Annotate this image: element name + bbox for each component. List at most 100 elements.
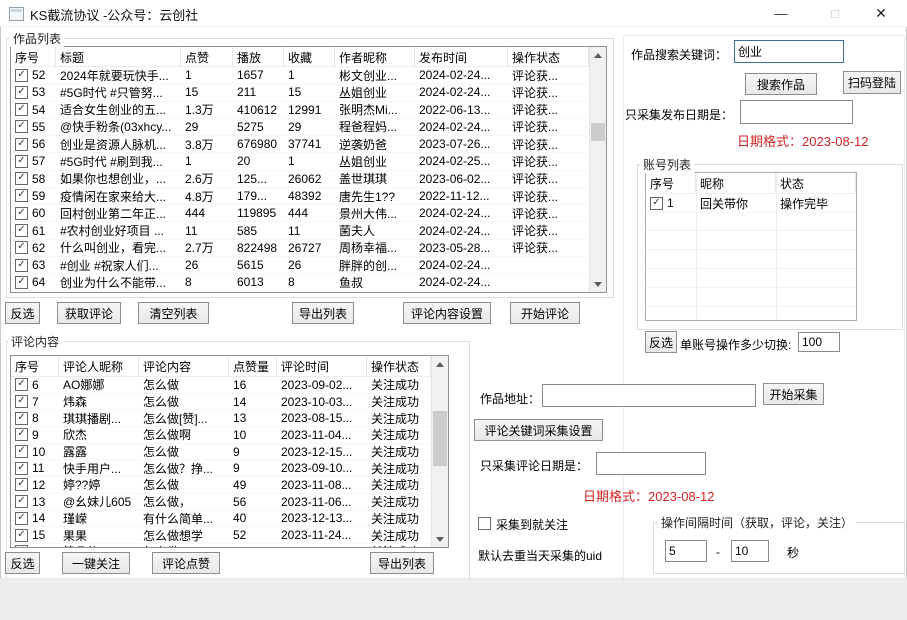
start-collect-button[interactable]: 开始采集 (763, 383, 824, 405)
table-row[interactable]: ✓11快手用户...怎么做？挣...92023-09-10...关注成功 (11, 460, 448, 477)
row-checkbox[interactable]: ✓ (15, 241, 28, 254)
column-header[interactable]: 作者昵称 (335, 47, 415, 66)
table-row[interactable]: ✓10露露怎么做92023-12-15...关注成功 (11, 444, 448, 461)
row-checkbox[interactable]: ✓ (15, 529, 28, 542)
table-row[interactable]: ✓64创业为什么不能带...860138鱼叔2024-02-24... (11, 274, 606, 291)
close-icon[interactable]: ✕ (862, 0, 900, 26)
table-row[interactable]: ✓62什么叫创业，看完...2.7万82249826727周杨幸福...2023… (11, 240, 606, 257)
search-works-button[interactable]: 搜索作品 (745, 73, 817, 95)
table-row[interactable]: ✓57#5G时代 #刷到我...1201丛姐创业2024-02-25...评论获… (11, 153, 606, 170)
table-row[interactable]: ✓16第凡信怎么做942024-01-07...关注成功 (11, 544, 448, 548)
column-header[interactable]: 标题 (56, 47, 181, 66)
table-row[interactable]: ✓61#农村创业好项目 ...1158511菌夫人2024-02-24...评论… (11, 222, 606, 239)
table-row[interactable]: ✓59疫情闲在家来给大...4.8万179...48392唐先生1??2022-… (11, 188, 606, 205)
row-checkbox[interactable]: ✓ (15, 259, 28, 272)
table-row[interactable]: ✓14瑾嵘有什么简单...402023-12-13...关注成功 (11, 511, 448, 528)
table-row[interactable]: ✓15果果怎么做想学522023-11-24...关注成功 (11, 527, 448, 544)
column-header[interactable]: 操作状态 (508, 47, 589, 66)
column-header[interactable]: 状态 (776, 173, 856, 193)
publish-date-input[interactable] (740, 100, 853, 124)
column-header[interactable]: 序号 (11, 47, 56, 66)
table-row[interactable]: ✓65怎样从零开始创业...2.1万67474020621网易财经2022-12… (11, 291, 606, 293)
table-row[interactable]: ✓7炜森怎么做142023-10-03...关注成功 (11, 394, 448, 411)
minimize-icon[interactable]: — (762, 0, 800, 26)
scroll-down-icon[interactable] (590, 276, 606, 292)
column-header[interactable]: 操作状态 (367, 356, 431, 376)
maximize-icon[interactable]: □ (816, 0, 854, 26)
scrollbar-thumb[interactable] (433, 411, 447, 466)
row-checkbox[interactable]: ✓ (15, 445, 28, 458)
row-checkbox[interactable]: ✓ (15, 478, 28, 491)
works-scrollbar[interactable] (589, 47, 606, 292)
follow-on-collect-checkbox[interactable] (478, 517, 491, 530)
table-row[interactable]: ✓13@幺妹儿605怎么做，562023-11-06...关注成功 (11, 494, 448, 511)
row-checkbox[interactable]: ✓ (15, 120, 28, 133)
column-header[interactable]: 发布时间 (415, 47, 508, 66)
row-checkbox[interactable]: ✓ (15, 69, 28, 82)
row-checkbox[interactable]: ✓ (15, 512, 28, 525)
scrollbar-thumb[interactable] (591, 123, 605, 141)
start-comment-button[interactable]: 开始评论 (510, 302, 580, 324)
table-row[interactable]: ✓1回关带你操作完毕 (646, 194, 856, 213)
row-checkbox[interactable]: ✓ (15, 172, 28, 185)
account-switch-count-input[interactable] (798, 332, 840, 352)
table-row[interactable]: ✓55@快手粉条(03xhcy...29527529程爸程妈...2024-02… (11, 119, 606, 136)
column-header[interactable]: 评论人昵称 (59, 356, 139, 376)
table-row[interactable]: ✓56创业是资源人脉机...3.8万67698037741逆袭奶爸2023-07… (11, 136, 606, 153)
scroll-down-icon[interactable] (432, 531, 448, 547)
accounts-invert-selection-button[interactable]: 反选 (645, 331, 677, 353)
row-checkbox[interactable]: ✓ (15, 155, 28, 168)
comments-export-list-button[interactable]: 导出列表 (370, 552, 434, 574)
works-invert-selection-button[interactable]: 反选 (5, 302, 40, 324)
column-header[interactable]: 收藏 (284, 47, 335, 66)
comment-date-input[interactable] (596, 452, 706, 475)
comment-content-settings-button[interactable]: 评论内容设置 (403, 302, 491, 324)
column-header[interactable]: 评论内容 (139, 356, 229, 376)
row-checkbox[interactable]: ✓ (15, 207, 28, 220)
row-checkbox[interactable]: ✓ (15, 428, 28, 441)
works-export-list-button[interactable]: 导出列表 (292, 302, 354, 324)
table-row[interactable]: ✓522024年就要玩快手...116571彬文创业...2024-02-24.… (11, 67, 606, 84)
comments-invert-selection-button[interactable]: 反选 (5, 552, 40, 574)
interval-max-input[interactable] (731, 540, 769, 562)
column-header[interactable]: 评论时间 (277, 356, 367, 376)
like-comments-button[interactable]: 评论点赞 (152, 552, 220, 574)
row-checkbox[interactable]: ✓ (15, 395, 28, 408)
table-row[interactable]: ✓6AO娜娜怎么做162023-09-02...关注成功 (11, 377, 448, 394)
row-checkbox[interactable]: ✓ (15, 462, 28, 475)
work-url-input[interactable] (542, 384, 756, 407)
table-row[interactable]: ✓12婷??婷怎么做492023-11-08...关注成功 (11, 477, 448, 494)
work-search-keyword-input[interactable] (734, 40, 844, 63)
row-checkbox[interactable]: ✓ (15, 103, 28, 116)
column-header[interactable]: 播放 (233, 47, 284, 66)
get-comments-button[interactable]: 获取评论 (57, 302, 121, 324)
table-row[interactable]: ✓58如果你也想创业，...2.6万125...26062盖世琪琪2023-06… (11, 171, 606, 188)
comment-keyword-collect-settings-button[interactable]: 评论关键词采集设置 (474, 419, 603, 441)
column-header[interactable]: 昵称 (696, 173, 776, 193)
row-checkbox[interactable]: ✓ (15, 86, 28, 99)
qr-login-button[interactable]: 扫码登陆 (843, 71, 901, 94)
column-header[interactable]: 点赞 (181, 47, 233, 66)
row-checkbox[interactable]: ✓ (15, 189, 28, 202)
row-checkbox[interactable]: ✓ (15, 412, 28, 425)
table-row[interactable]: ✓9欣杰怎么做啊102023-11-04...关注成功 (11, 427, 448, 444)
clear-list-button[interactable]: 清空列表 (138, 302, 209, 324)
row-checkbox[interactable]: ✓ (650, 197, 663, 210)
interval-min-input[interactable] (665, 540, 707, 562)
row-checkbox[interactable]: ✓ (15, 138, 28, 151)
column-header[interactable]: 点赞量 (229, 356, 277, 376)
column-header[interactable]: 序号 (11, 356, 59, 376)
column-header[interactable]: 序号 (646, 173, 696, 193)
table-row[interactable]: ✓8琪琪播剧...怎么做[赞]...132023-08-15...关注成功 (11, 410, 448, 427)
table-row[interactable]: ✓63#创业 #祝家人们...26561526胖胖的创...2024-02-24… (11, 257, 606, 274)
table-row[interactable]: ✓60回村创业第二年正...444119895444景州大伟...2024-02… (11, 205, 606, 222)
row-checkbox[interactable]: ✓ (15, 545, 28, 548)
row-checkbox[interactable]: ✓ (15, 378, 28, 391)
comments-scrollbar[interactable] (431, 356, 448, 547)
row-checkbox[interactable]: ✓ (15, 495, 28, 508)
table-row[interactable]: ✓54适合女生创业的五...1.3万41061212991张明杰Mi...202… (11, 102, 606, 119)
table-row[interactable]: ✓53#5G时代 #只管努...1521115丛姐创业2024-02-24...… (11, 84, 606, 101)
follow-all-button[interactable]: 一键关注 (62, 552, 130, 574)
row-checkbox[interactable]: ✓ (15, 276, 28, 289)
scroll-up-icon[interactable] (590, 47, 606, 63)
